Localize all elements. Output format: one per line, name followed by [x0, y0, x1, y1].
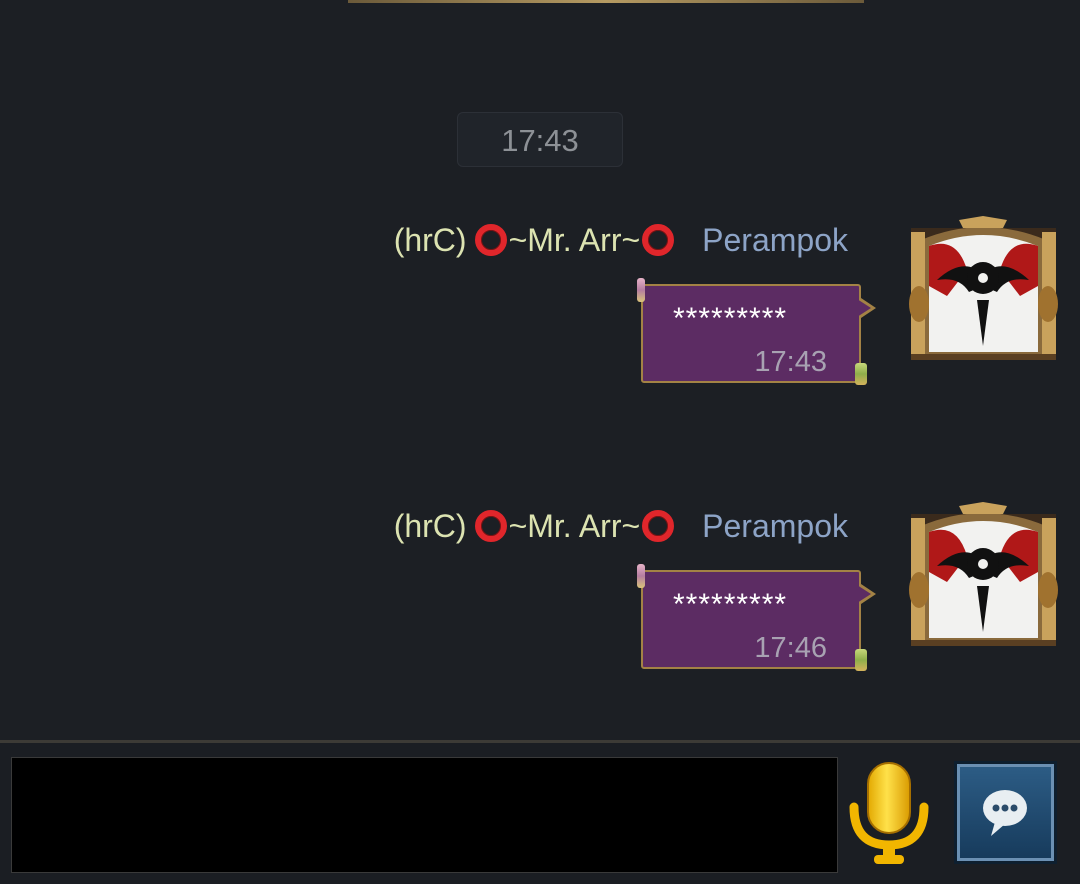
guild-tag: (hrC) [393, 507, 467, 544]
player-name: ~Mr. Arr~ [473, 508, 677, 545]
bubble-ornament-icon [855, 363, 867, 385]
send-chat-button[interactable] [954, 761, 1057, 864]
player-name: ~Mr. Arr~ [473, 222, 677, 259]
red-circle-icon [642, 510, 675, 542]
bubble-tail-inner [857, 585, 871, 603]
bubble-ornament-icon [855, 649, 867, 671]
message-time: 17:46 [754, 632, 827, 664]
bubble-tail-inner [857, 299, 871, 317]
message-bubble[interactable]: ********* 17:46 [637, 564, 867, 671]
guild-emblem-icon[interactable] [907, 502, 1060, 648]
microphone-icon[interactable] [848, 761, 930, 867]
sender-line[interactable]: (hrC) ~Mr. Arr~ Perampok [394, 220, 848, 260]
chat-input-bar [0, 740, 1080, 884]
top-divider [348, 0, 864, 3]
message-text: ********* [673, 588, 788, 621]
time-divider: 17:43 [457, 112, 623, 167]
player-name-text: ~Mr. Arr~ [508, 507, 641, 544]
player-rank: Perampok [702, 221, 848, 258]
red-circle-icon [474, 224, 507, 256]
message-time: 17:43 [754, 346, 827, 378]
message-text: ********* [673, 302, 788, 335]
sender-line[interactable]: (hrC) ~Mr. Arr~ Perampok [394, 506, 848, 546]
bubble-ornament-icon [637, 278, 645, 302]
red-circle-icon [642, 224, 675, 256]
guild-emblem-icon[interactable] [907, 216, 1060, 362]
chat-input[interactable] [11, 757, 838, 873]
guild-tag: (hrC) [393, 221, 467, 258]
bubble-ornament-icon [637, 564, 645, 588]
player-rank: Perampok [702, 507, 848, 544]
red-circle-icon [474, 510, 507, 542]
chat-message: (hrC) ~Mr. Arr~ Perampok ********* 17:46 [0, 498, 1080, 728]
message-bubble[interactable]: ********* 17:43 [637, 278, 867, 385]
chat-bubble-icon [983, 790, 1027, 836]
player-name-text: ~Mr. Arr~ [508, 221, 641, 258]
chat-message: (hrC) ~Mr. Arr~ Perampok ********* 17:43 [0, 212, 1080, 442]
chat-screen: 17:43 (hrC) ~Mr. Arr~ Perampok *********… [0, 0, 1080, 884]
